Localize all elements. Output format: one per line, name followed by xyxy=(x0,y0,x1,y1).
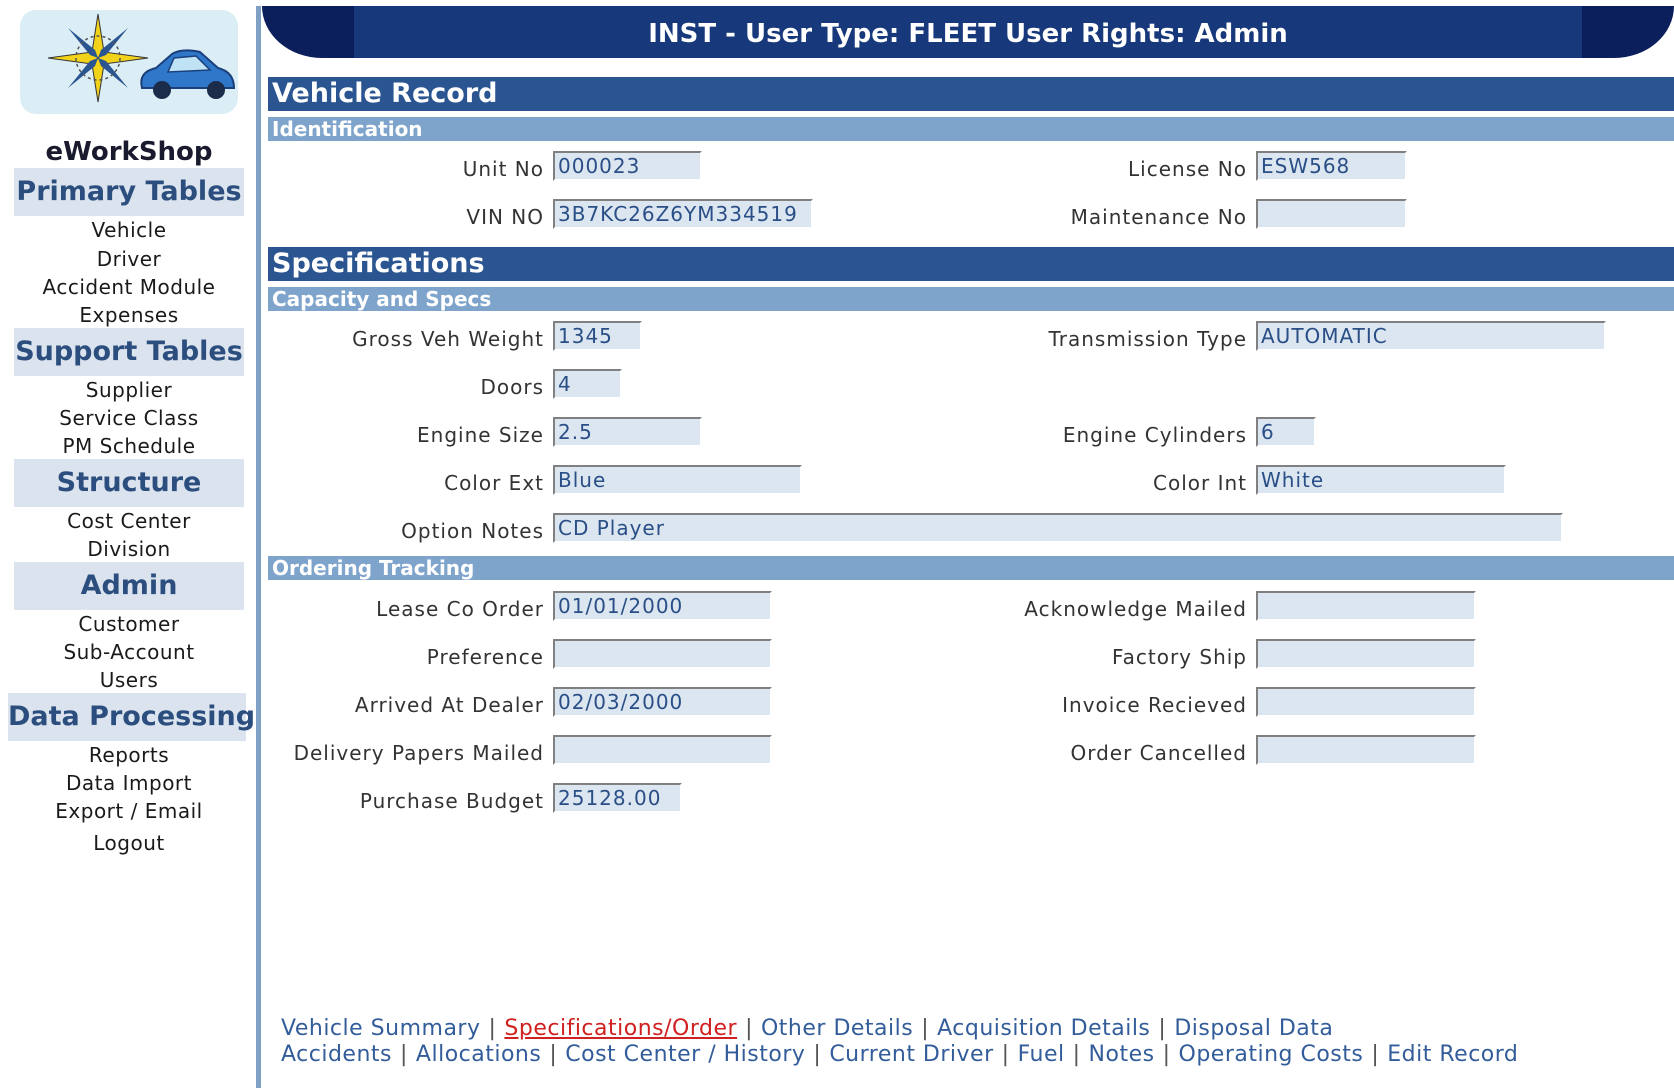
subsection-ordering-tracking: Ordering Tracking xyxy=(268,556,1674,580)
link-accidents[interactable]: Accidents xyxy=(281,1042,392,1067)
nav-item-supplier[interactable]: Supplier xyxy=(10,378,248,402)
nav-section-data-processing: Data Processing xyxy=(8,693,255,741)
label-option-notes: Option Notes xyxy=(401,519,544,543)
doors-field[interactable]: 4 xyxy=(553,369,622,399)
purchase-budget-field[interactable]: 25128.00 xyxy=(553,783,682,813)
label-delivery-papers-mailed: Delivery Papers Mailed xyxy=(293,741,544,765)
header-title: INST - User Type: FLEET User Rights: Adm… xyxy=(648,19,1288,49)
unit-no-field[interactable]: 000023 xyxy=(553,151,702,181)
separator: | xyxy=(1162,1042,1171,1067)
link-cost-center-history[interactable]: Cost Center / History xyxy=(565,1042,805,1067)
engine-size-field[interactable]: 2.5 xyxy=(553,417,702,447)
label-engine-size: Engine Size xyxy=(417,423,544,447)
label-color-ext: Color Ext xyxy=(444,471,544,495)
nav-item-customer[interactable]: Customer xyxy=(10,612,248,636)
separator: | xyxy=(1158,1016,1167,1041)
subsection-identification: Identification xyxy=(268,117,1674,141)
label-arrived-at-dealer: Arrived At Dealer xyxy=(354,693,544,717)
arrived-at-dealer-field[interactable]: 02/03/2000 xyxy=(553,687,772,717)
label-vin-no: VIN NO xyxy=(466,205,544,229)
separator: | xyxy=(745,1016,753,1041)
option-notes-field[interactable]: CD Player xyxy=(553,513,1563,543)
delivery-papers-mailed-field[interactable] xyxy=(553,735,772,765)
link-vehicle-summary[interactable]: Vehicle Summary xyxy=(281,1016,480,1041)
nav-section-admin: Admin xyxy=(14,562,244,610)
label-engine-cylinders: Engine Cylinders xyxy=(1062,423,1247,447)
separator: | xyxy=(1072,1042,1081,1067)
logo-compass-car-icon xyxy=(20,10,238,114)
nav-item-vehicle[interactable]: Vehicle xyxy=(10,218,248,242)
link-edit-record[interactable]: Edit Record xyxy=(1387,1042,1518,1067)
section-specifications: Specifications xyxy=(268,247,1674,281)
engine-cylinders-field[interactable]: 6 xyxy=(1256,417,1316,447)
maintenance-no-field[interactable] xyxy=(1256,199,1407,229)
label-acknowledge-mailed: Acknowledge Mailed xyxy=(1024,597,1247,621)
preference-field[interactable] xyxy=(553,639,772,669)
label-transmission-type: Transmission Type xyxy=(1048,327,1247,351)
app-name: eWorkShop xyxy=(45,137,213,167)
nav-item-driver[interactable]: Driver xyxy=(10,247,248,271)
nav-item-export-email[interactable]: Export / Email xyxy=(10,799,248,823)
label-doors: Doors xyxy=(480,375,544,399)
label-invoice-recieved: Invoice Recieved xyxy=(1062,693,1247,717)
nav-item-users[interactable]: Users xyxy=(10,668,248,692)
subsection-capacity-and-specs: Capacity and Specs xyxy=(268,287,1674,311)
color-ext-field[interactable]: Blue xyxy=(553,465,802,495)
footer-links-row-1: Vehicle Summary | Specifications/Order | Oth… xyxy=(281,1016,1333,1041)
link-notes[interactable]: Notes xyxy=(1089,1042,1155,1067)
factory-ship-field[interactable] xyxy=(1256,639,1476,669)
license-no-field[interactable]: ESW568 xyxy=(1256,151,1407,181)
lease-co-order-field[interactable]: 01/01/2000 xyxy=(553,591,772,621)
vin-no-field[interactable]: 3B7KC26Z6YM334519 xyxy=(553,199,813,229)
nav-item-pm-schedule[interactable]: PM Schedule xyxy=(10,434,248,458)
label-license-no: License No xyxy=(1128,157,1247,181)
nav-item-sub-account[interactable]: Sub-Account xyxy=(10,640,248,664)
footer-links-row-2: Accidents | Allocations | Cost Center / Hist… xyxy=(281,1042,1518,1067)
label-gross-veh-weight: Gross Veh Weight xyxy=(352,327,544,351)
label-color-int: Color Int xyxy=(1153,471,1247,495)
separator: | xyxy=(1001,1042,1010,1067)
section-vehicle-record: Vehicle Record xyxy=(268,77,1674,111)
separator: | xyxy=(813,1042,822,1067)
label-maintenance-no: Maintenance No xyxy=(1070,205,1247,229)
nav-section-structure: Structure xyxy=(14,459,244,507)
separator: | xyxy=(921,1016,930,1041)
acknowledge-mailed-field[interactable] xyxy=(1256,591,1476,621)
label-order-cancelled: Order Cancelled xyxy=(1070,741,1247,765)
nav-item-division[interactable]: Division xyxy=(10,537,248,561)
label-preference: Preference xyxy=(426,645,544,669)
separator: | xyxy=(400,1042,408,1067)
nav-item-expenses[interactable]: Expenses xyxy=(10,303,248,327)
link-operating-costs[interactable]: Operating Costs xyxy=(1179,1042,1364,1067)
gross-veh-weight-field[interactable]: 1345 xyxy=(553,321,642,351)
link-other-details[interactable]: Other Details xyxy=(761,1016,913,1041)
nav-section-primary-tables: Primary Tables xyxy=(14,168,244,216)
nav-item-cost-center[interactable]: Cost Center xyxy=(10,509,248,533)
label-factory-ship: Factory Ship xyxy=(1111,645,1247,669)
link-acquisition-details[interactable]: Acquisition Details xyxy=(937,1016,1150,1041)
link-current-driver[interactable]: Current Driver xyxy=(829,1042,993,1067)
separator: | xyxy=(488,1016,497,1041)
label-unit-no: Unit No xyxy=(462,157,544,181)
nav-item-logout[interactable]: Logout xyxy=(10,831,248,855)
nav-item-service-class[interactable]: Service Class xyxy=(10,406,248,430)
link-specifications-order[interactable]: Specifications/Order xyxy=(504,1016,737,1041)
invoice-recieved-field[interactable] xyxy=(1256,687,1476,717)
link-fuel[interactable]: Fuel xyxy=(1018,1042,1065,1067)
link-allocations[interactable]: Allocations xyxy=(416,1042,541,1067)
order-cancelled-field[interactable] xyxy=(1256,735,1476,765)
nav-item-reports[interactable]: Reports xyxy=(10,743,248,767)
nav-section-support-tables: Support Tables xyxy=(14,328,244,376)
color-int-field[interactable]: White xyxy=(1256,465,1506,495)
link-disposal-data[interactable]: Disposal Data xyxy=(1174,1016,1333,1041)
label-purchase-budget: Purchase Budget xyxy=(359,789,544,813)
separator: | xyxy=(1371,1042,1380,1067)
nav-item-accident-module[interactable]: Accident Module xyxy=(10,275,248,299)
sidebar-divider xyxy=(256,6,261,1088)
transmission-type-field[interactable]: AUTOMATIC xyxy=(1256,321,1606,351)
separator: | xyxy=(549,1042,558,1067)
nav-item-data-import[interactable]: Data Import xyxy=(10,771,248,795)
label-lease-co-order: Lease Co Order xyxy=(376,597,544,621)
